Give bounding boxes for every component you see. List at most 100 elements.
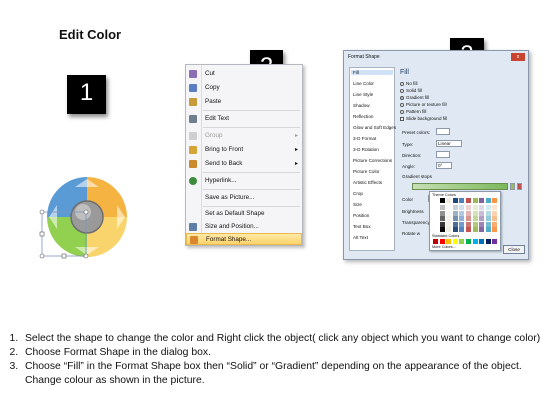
sample-shape[interactable] [35, 165, 140, 265]
color-swatch[interactable] [472, 210, 478, 216]
color-swatch[interactable] [452, 216, 458, 221]
color-swatch[interactable] [452, 221, 458, 227]
color-swatch[interactable] [492, 210, 498, 216]
color-swatch[interactable] [459, 227, 465, 232]
color-swatch[interactable] [439, 239, 445, 244]
radio-no-fill[interactable]: No fill [400, 81, 418, 86]
menu-item-format-shape[interactable]: Format Shape... [186, 233, 302, 245]
color-swatch[interactable] [479, 198, 485, 203]
color-swatch[interactable] [485, 239, 491, 244]
color-swatch[interactable] [485, 227, 491, 232]
angle-input[interactable]: 0° [436, 162, 452, 169]
color-swatch[interactable] [446, 205, 452, 210]
color-swatch[interactable] [433, 221, 438, 227]
color-swatch[interactable] [492, 221, 498, 227]
rotate-checkbox[interactable]: Rotate w [402, 231, 420, 236]
menu-item-edit-text[interactable]: Edit Text [186, 113, 302, 125]
color-swatch[interactable] [459, 198, 465, 203]
color-swatch[interactable] [446, 216, 452, 221]
color-swatch[interactable] [472, 198, 478, 203]
color-swatch[interactable] [459, 239, 465, 244]
category-alt-text[interactable]: Alt Text [353, 235, 368, 240]
color-swatch[interactable] [485, 216, 491, 221]
menu-item-hyperlink[interactable]: Hyperlink... [186, 175, 302, 187]
color-swatch[interactable] [466, 198, 471, 203]
menu-item-set-default-shape[interactable]: Set as Default Shape [186, 208, 302, 220]
radio-solid-fill[interactable]: Solid fill [400, 88, 422, 93]
menu-item-cut[interactable]: Cut [186, 68, 302, 80]
color-swatch[interactable] [439, 198, 445, 203]
color-swatch[interactable] [479, 227, 485, 232]
color-swatch[interactable] [472, 205, 478, 210]
category-line-color[interactable]: Line Color [353, 81, 374, 86]
color-swatch[interactable] [446, 210, 452, 216]
category-picture-color[interactable]: Picture Color [353, 169, 380, 174]
category-glow[interactable]: Glow and Soft Edges [353, 125, 396, 130]
preset-colors-dropdown[interactable] [436, 128, 450, 135]
remove-stop-button[interactable] [517, 183, 522, 190]
gradient-stops-bar[interactable] [412, 183, 508, 190]
radio-picture-fill[interactable]: Picture or texture fill [400, 102, 447, 107]
color-swatch[interactable] [485, 205, 491, 210]
color-swatch[interactable] [479, 239, 485, 244]
category-picture-corrections[interactable]: Picture Corrections [353, 158, 392, 163]
color-swatch[interactable] [433, 239, 438, 244]
color-swatch[interactable] [492, 216, 498, 221]
color-swatch[interactable] [446, 221, 452, 227]
color-swatch[interactable] [433, 205, 438, 210]
color-swatch[interactable] [492, 227, 498, 232]
color-swatch[interactable] [479, 210, 485, 216]
menu-item-copy[interactable]: Copy [186, 82, 302, 94]
menu-item-group[interactable]: Group ▸ [186, 130, 302, 142]
category-fill[interactable]: Fill [351, 70, 393, 75]
category-line-style[interactable]: Line Style [353, 92, 373, 97]
color-swatch[interactable] [479, 216, 485, 221]
category-text-box[interactable]: Text Box [353, 224, 371, 229]
color-swatch[interactable] [446, 198, 452, 203]
category-size[interactable]: Size [353, 202, 362, 207]
category-shadow[interactable]: Shadow [353, 103, 370, 108]
radio-pattern-fill[interactable]: Pattern fill [400, 109, 426, 114]
color-swatch[interactable] [479, 205, 485, 210]
close-icon[interactable]: x [511, 53, 525, 61]
category-crop[interactable]: Crop [353, 191, 363, 196]
more-colors-link[interactable]: More Colors... [432, 245, 456, 249]
add-stop-button[interactable] [510, 183, 515, 190]
category-reflection[interactable]: Reflection [353, 114, 373, 119]
close-button[interactable]: Close [503, 245, 525, 254]
color-swatch[interactable] [452, 239, 458, 244]
color-swatch[interactable] [492, 198, 498, 203]
menu-item-send-to-back[interactable]: Send to Back ▸ [186, 158, 302, 170]
color-swatch[interactable] [485, 210, 491, 216]
color-swatch[interactable] [439, 210, 445, 216]
color-swatch[interactable] [466, 239, 471, 244]
checkbox-slide-background[interactable]: Slide background fill [400, 116, 447, 121]
color-swatch[interactable] [433, 198, 438, 203]
color-swatch[interactable] [459, 210, 465, 216]
color-swatch[interactable] [466, 205, 471, 210]
color-swatch[interactable] [439, 221, 445, 227]
color-swatch[interactable] [485, 198, 491, 203]
type-dropdown[interactable]: Linear [436, 140, 462, 147]
color-swatch[interactable] [479, 221, 485, 227]
category-position[interactable]: Position [353, 213, 369, 218]
color-swatch[interactable] [466, 216, 471, 221]
color-swatch[interactable] [472, 216, 478, 221]
category-3d-format[interactable]: 3-D Format [353, 136, 376, 141]
color-swatch[interactable] [472, 239, 478, 244]
color-swatch[interactable] [492, 205, 498, 210]
color-swatch[interactable] [472, 221, 478, 227]
color-swatch[interactable] [439, 227, 445, 232]
color-swatch[interactable] [459, 205, 465, 210]
category-artistic-effects[interactable]: Artistic Effects [353, 180, 382, 185]
category-3d-rotation[interactable]: 3-D Rotation [353, 147, 379, 152]
color-swatch[interactable] [446, 239, 452, 244]
menu-item-save-as-picture[interactable]: Save as Picture... [186, 192, 302, 204]
color-swatch[interactable] [433, 216, 438, 221]
menu-item-size-position[interactable]: Size and Position... [186, 221, 302, 233]
color-swatch[interactable] [433, 210, 438, 216]
color-swatch[interactable] [466, 227, 471, 232]
color-swatch[interactable] [466, 210, 471, 216]
color-swatch[interactable] [472, 227, 478, 232]
color-swatch[interactable] [459, 216, 465, 221]
